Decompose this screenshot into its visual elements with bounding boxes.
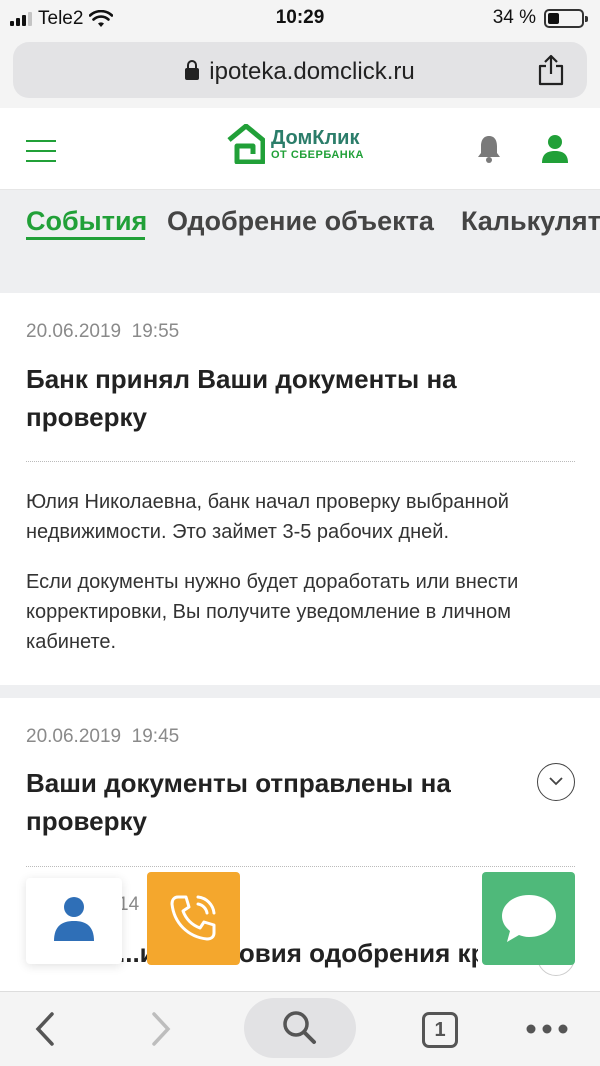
battery-level: [548, 12, 559, 24]
chat-button[interactable]: [482, 872, 575, 965]
address-bar[interactable]: ipoteka.domclick.ru: [13, 42, 587, 98]
profile-float-button[interactable]: [26, 878, 122, 964]
site-header: ДомКлик ОТ СБЕРБАНКА: [0, 108, 600, 190]
share-icon[interactable]: [537, 54, 565, 86]
divider: [26, 866, 575, 867]
house-logo-icon: [227, 124, 265, 164]
browser-address-area: ipoteka.domclick.ru: [0, 36, 600, 108]
menu-icon[interactable]: [26, 140, 56, 162]
user-profile-icon[interactable]: [541, 134, 569, 164]
logo-subtitle: ОТ СБЕРБАНКА: [271, 149, 364, 161]
tab-calculator[interactable]: Калькулятор: [461, 206, 600, 237]
event-date: 20.06.2019: [26, 321, 122, 342]
search-icon: [283, 1011, 316, 1044]
event-date: 20.06.2019: [26, 726, 122, 747]
search-button[interactable]: [244, 998, 356, 1058]
phone-icon: [170, 895, 216, 941]
event-time: 19:55: [131, 321, 180, 342]
status-bar: Tele2 10:29 34 %: [0, 0, 600, 36]
bell-icon[interactable]: [476, 134, 502, 164]
call-button[interactable]: [147, 872, 240, 965]
active-tab-indicator: [26, 237, 145, 240]
back-icon[interactable]: [30, 992, 60, 1066]
logo[interactable]: ДомКлик ОТ СБЕРБАНКА: [227, 124, 364, 164]
lock-icon: [185, 60, 200, 80]
event-paragraph: Если документы нужно будет доработать ил…: [26, 571, 519, 653]
logo-text: ДомКлик ОТ СБЕРБАНКА: [271, 127, 364, 161]
status-right: 34 %: [492, 7, 588, 29]
tabs-count-button[interactable]: 1: [422, 1012, 458, 1048]
event-datetime: 20.06.2019 19:55: [26, 321, 179, 343]
more-icon[interactable]: [525, 992, 569, 1066]
person-icon: [54, 897, 94, 941]
url-display[interactable]: ipoteka.domclick.ru: [13, 58, 587, 86]
event-card: 20.06.2019 19:55 Банк принял Ваши докуме…: [0, 293, 600, 685]
event-title: Ваши документы отправлены на проверку: [26, 768, 451, 836]
chat-bubble-icon: [502, 895, 556, 942]
tab-bar: События Одобрение объекта Калькулятор: [0, 190, 600, 290]
forward-icon[interactable]: [146, 992, 176, 1066]
url-text: ipoteka.domclick.ru: [209, 58, 415, 85]
event-datetime: 20.06.2019 19:45: [26, 726, 179, 748]
browser-toolbar: 1: [0, 991, 600, 1066]
tab-events[interactable]: События: [26, 206, 147, 237]
battery-icon: [544, 8, 588, 28]
logo-title: ДомКлик: [271, 127, 360, 149]
event-paragraph: Юлия Николаевна, банк начал проверку выб…: [26, 491, 509, 543]
divider: [26, 461, 575, 462]
event-title: Банк принял Ваши документы на проверку: [26, 364, 457, 432]
event-time: 19:45: [131, 726, 180, 747]
battery-percent: 34 %: [492, 7, 536, 28]
expand-chevron-icon[interactable]: [537, 763, 575, 801]
tab-object-approval[interactable]: Одобрение объекта: [167, 206, 434, 237]
